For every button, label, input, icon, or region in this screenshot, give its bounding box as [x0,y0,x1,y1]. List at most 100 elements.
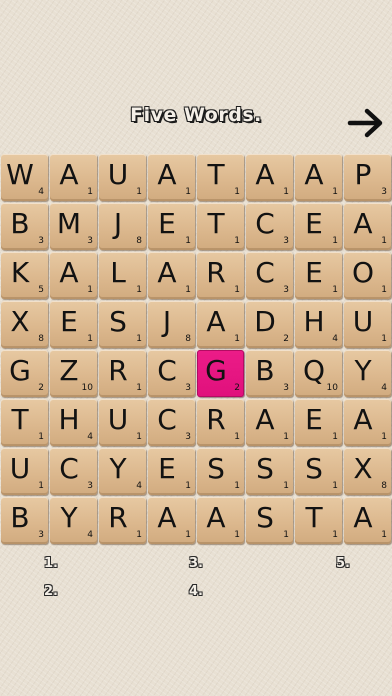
tile-score: 2 [283,334,289,344]
tile-letter: U [107,403,129,436]
tile-score: 4 [87,530,93,540]
letter-tile[interactable]: G2 [1,350,48,397]
tile-score: 3 [283,285,289,295]
letter-tile[interactable]: J8 [99,203,146,250]
letter-tile[interactable]: K5 [1,252,48,299]
letter-tile[interactable]: Q 10 [295,350,342,397]
letter-tile[interactable]: U1 [1,448,48,495]
letter-tile[interactable]: Y4 [344,350,391,397]
letter-tile[interactable]: C3 [246,203,293,250]
letter-tile[interactable]: U1 [99,399,146,446]
letter-tile[interactable]: A1 [295,154,342,201]
letter-tile[interactable]: C3 [50,448,97,495]
letter-tile[interactable]: B3 [246,350,293,397]
letter-tile[interactable]: A1 [148,497,195,544]
tile-letter: C [255,207,275,240]
tile-score: 1 [234,285,240,295]
letter-tile[interactable]: X8 [1,301,48,348]
arrow-right-icon [347,108,383,138]
letter-tile[interactable]: A1 [50,154,97,201]
letter-tile[interactable]: A1 [197,497,244,544]
letter-tile[interactable]: E1 [148,203,195,250]
tile-score: 4 [136,481,142,491]
letter-tile[interactable]: R1 [197,252,244,299]
tile-score: 1 [381,285,387,295]
tile-letter: K [10,256,30,289]
letter-tile[interactable]: W4 [1,154,48,201]
letter-tile[interactable]: T1 [1,399,48,446]
letter-tile[interactable]: S1 [246,497,293,544]
letter-tile[interactable]: R1 [99,497,146,544]
letter-tile[interactable]: R1 [197,399,244,446]
letter-tile[interactable]: R1 [99,350,146,397]
letter-tile[interactable]: C3 [246,252,293,299]
tile-letter: A [353,501,373,534]
letter-tile[interactable]: B3 [1,497,48,544]
letter-tile[interactable]: T1 [197,203,244,250]
letter-tile[interactable]: O1 [344,252,391,299]
letter-tile[interactable]: B3 [1,203,48,250]
tile-score: 3 [38,530,44,540]
tile-letter: D [254,305,276,338]
tile-score: 1 [381,432,387,442]
letter-tile[interactable]: C3 [148,399,195,446]
tile-letter: X [353,452,373,485]
tile-score: 1 [332,432,338,442]
letter-tile[interactable]: A1 [148,154,195,201]
letter-tile[interactable]: A1 [344,497,391,544]
letter-tile[interactable]: A1 [344,399,391,446]
tile-score: 1 [38,481,44,491]
letter-tile[interactable]: J8 [148,301,195,348]
tile-letter: E [158,452,176,485]
letter-tile[interactable]: S1 [246,448,293,495]
letter-tile[interactable]: A1 [246,154,293,201]
tile-score: 3 [185,383,191,393]
letter-tile[interactable]: A1 [344,203,391,250]
letter-tile[interactable]: X8 [344,448,391,495]
letter-tile[interactable]: Z 10 [50,350,97,397]
letter-tile[interactable]: A1 [246,399,293,446]
tile-letter: P [354,158,372,191]
letter-tile[interactable]: C3 [148,350,195,397]
letter-tile[interactable]: E1 [295,203,342,250]
letter-tile[interactable]: H4 [50,399,97,446]
tile-score: 1 [381,530,387,540]
letter-tile[interactable]: A1 [148,252,195,299]
letter-tile[interactable]: M3 [50,203,97,250]
letter-tile[interactable]: A1 [197,301,244,348]
letter-tile[interactable]: E1 [50,301,97,348]
letter-tile[interactable]: U1 [99,154,146,201]
tile-score: 1 [87,187,93,197]
tile-letter: C [157,403,177,436]
tile-score: 1 [283,187,289,197]
tile-letter: A [255,158,275,191]
letter-tile[interactable]: A1 [50,252,97,299]
letter-tile[interactable]: Y4 [99,448,146,495]
letter-tile[interactable]: T1 [295,497,342,544]
letter-tile[interactable]: E1 [148,448,195,495]
letter-tile[interactable]: E1 [295,399,342,446]
letter-tile[interactable]: L1 [99,252,146,299]
tile-score: 1 [332,285,338,295]
letter-tile-selected[interactable]: G2 [197,350,244,397]
letter-tile[interactable]: D2 [246,301,293,348]
tile-score: 1 [136,383,142,393]
tile-letter: A [353,403,373,436]
letter-tile[interactable]: U1 [344,301,391,348]
letter-tile[interactable]: S1 [197,448,244,495]
tile-letter: E [158,207,176,240]
letter-tile[interactable]: P3 [344,154,391,201]
tile-letter: S [256,452,274,485]
letter-tile[interactable]: E1 [295,252,342,299]
letter-tile[interactable]: H4 [295,301,342,348]
letter-tile[interactable]: S1 [295,448,342,495]
letter-tile[interactable]: Y4 [50,497,97,544]
tile-score: 1 [136,334,142,344]
tile-score: 1 [87,334,93,344]
tile-letter: E [60,305,78,338]
tile-letter: M [56,207,82,240]
tile-letter: H [303,305,325,338]
letter-tile[interactable]: T1 [197,154,244,201]
letter-tile[interactable]: S1 [99,301,146,348]
next-button[interactable] [346,103,386,143]
